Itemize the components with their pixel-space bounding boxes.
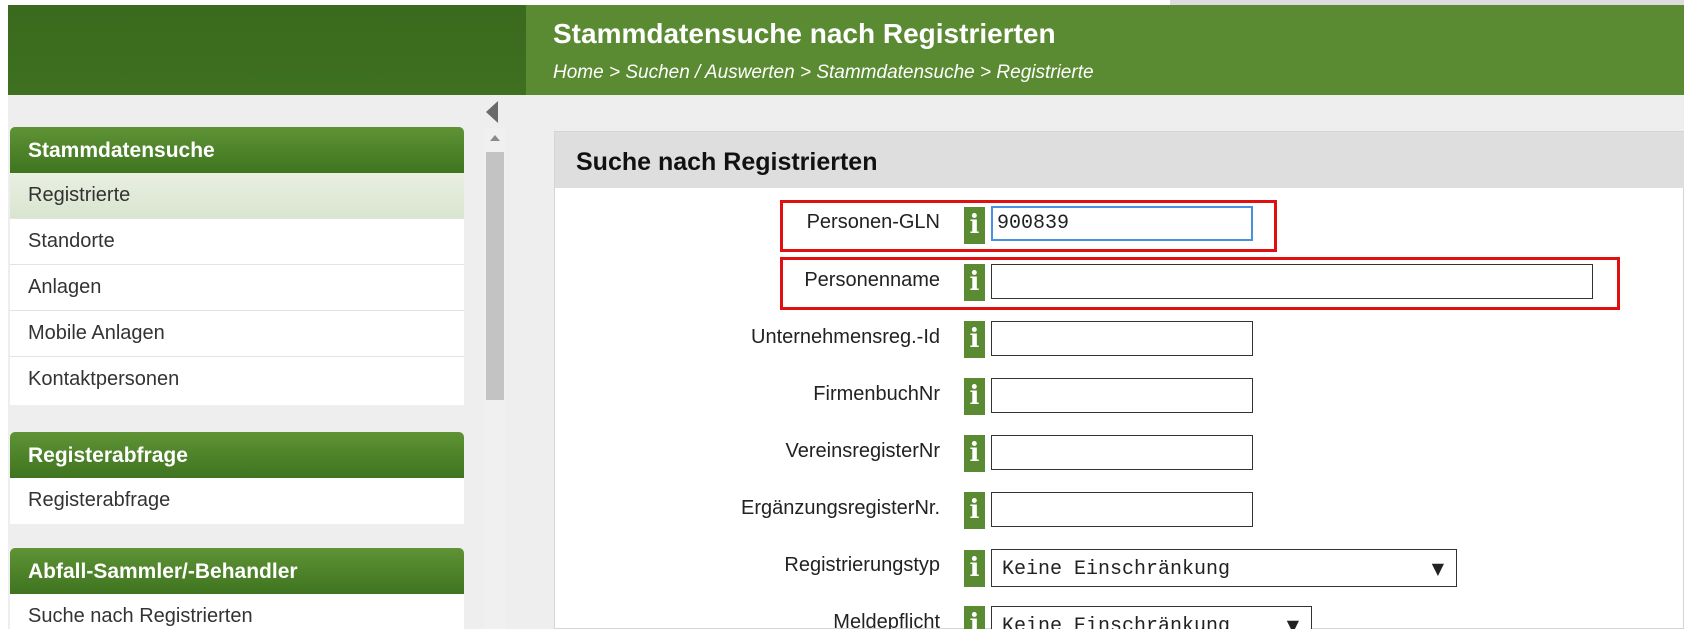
panel-title: Suche nach Registrierten	[576, 148, 878, 176]
page: Stammdatensuche nach Registrierten Home …	[0, 0, 1684, 629]
collapse-sidebar-icon[interactable]	[486, 101, 498, 123]
info-icon[interactable]: i	[964, 492, 985, 529]
sidebar-item-suche-nach-registrierten[interactable]: Suche nach Registrierten	[10, 594, 464, 629]
info-icon[interactable]: i	[964, 435, 985, 472]
breadcrumb[interactable]: Home > Suchen / Auswerten > Stammdatensu…	[553, 62, 1094, 84]
logo-area	[8, 5, 526, 95]
firmenbuchnr-input[interactable]	[991, 378, 1253, 413]
registrierungstyp-label: Registrierungstyp	[784, 554, 940, 576]
meldepflicht-label: Meldepflicht	[833, 611, 940, 629]
sidebar-item-registerabfrage[interactable]: Registerabfrage	[10, 478, 464, 524]
scrollbar-thumb[interactable]	[486, 152, 504, 400]
info-icon[interactable]: i	[964, 321, 985, 358]
sidebar-item-registrierte[interactable]: Registrierte	[10, 173, 464, 219]
info-icon[interactable]: i	[964, 378, 985, 415]
sidebar-item-anlagen[interactable]: Anlagen	[10, 265, 464, 311]
page-title: Stammdatensuche nach Registrierten	[553, 18, 1056, 49]
sidebar-item-kontaktpersonen[interactable]: Kontaktpersonen	[10, 357, 464, 405]
info-icon[interactable]: i	[964, 606, 985, 629]
sidebar-item-mobile-anlagen[interactable]: Mobile Anlagen	[10, 311, 464, 357]
info-icon[interactable]: i	[964, 550, 985, 587]
highlight-box-gln	[780, 200, 1277, 252]
sidebar-group-stammdatensuche[interactable]: Stammdatensuche	[10, 127, 464, 173]
highlight-box-personenname	[780, 257, 1620, 310]
meldepflicht-value: Keine Einschränkung	[1002, 615, 1231, 629]
firmenbuchnr-label: FirmenbuchNr	[813, 383, 940, 405]
scroll-up-icon[interactable]	[490, 135, 500, 141]
ergaenzungsregisternr-input[interactable]	[991, 492, 1253, 527]
registrierungstyp-select[interactable]: Keine Einschränkung ▼	[991, 549, 1457, 587]
unternehmensreg-id-label: Unternehmensreg.-Id	[751, 326, 940, 348]
chevron-down-icon: ▼	[1286, 616, 1299, 629]
registrierungstyp-value: Keine Einschränkung	[1002, 558, 1231, 581]
chevron-down-icon: ▼	[1431, 559, 1444, 578]
vereinsregisternr-label: VereinsregisterNr	[785, 440, 940, 462]
ergaenzungsregisternr-label: ErgänzungsregisterNr.	[741, 497, 940, 519]
meldepflicht-select[interactable]: Keine Einschränkung ▼	[991, 606, 1312, 629]
vereinsregisternr-input[interactable]	[991, 435, 1253, 470]
sidebar-item-standorte[interactable]: Standorte	[10, 219, 464, 265]
unternehmensreg-id-input[interactable]	[991, 321, 1253, 356]
sidebar-group-abfall-sammler[interactable]: Abfall-Sammler/-Behandler	[10, 548, 464, 594]
sidebar-group-registerabfrage[interactable]: Registerabfrage	[10, 432, 464, 478]
